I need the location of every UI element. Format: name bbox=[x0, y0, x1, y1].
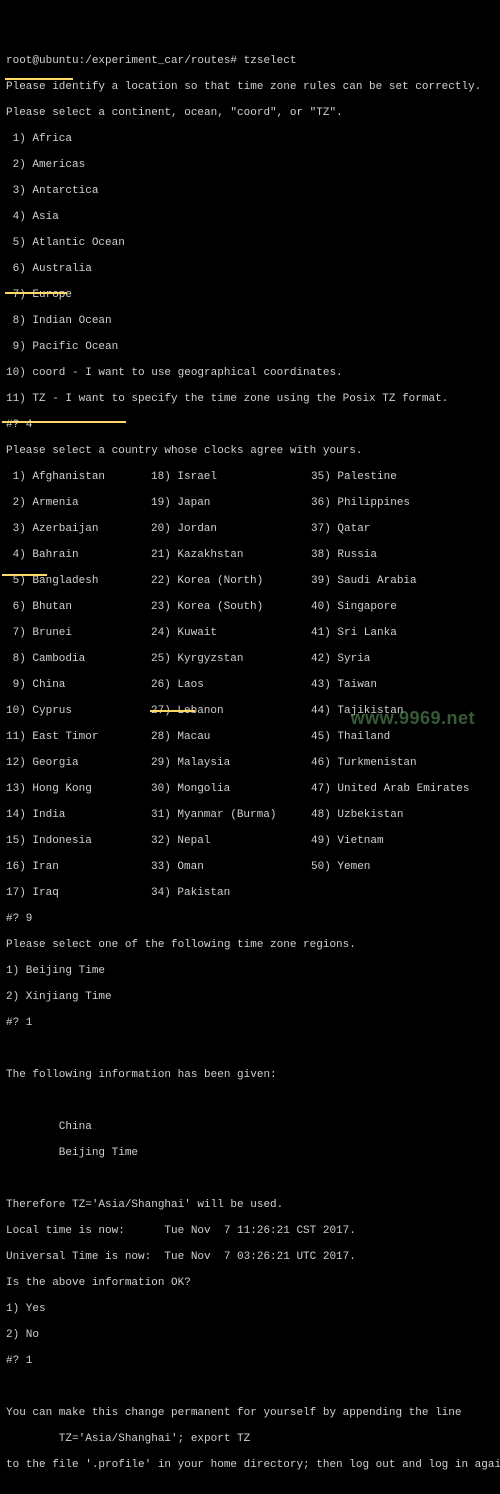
highlight-asia bbox=[5, 78, 73, 80]
cmd-tzselect: tzselect bbox=[244, 55, 297, 67]
perm-line-2: TZ='Asia/Shanghai'; export TZ bbox=[6, 1433, 494, 1446]
info-given-1: China bbox=[6, 1121, 494, 1134]
continent-option: 7) Europe bbox=[6, 289, 494, 302]
ps1: root@ubuntu:/experiment_car/routes# bbox=[6, 55, 244, 67]
blank-line bbox=[6, 1485, 494, 1494]
country-row: 6) Bhutan23) Korea (South)40) Singapore bbox=[6, 601, 494, 614]
utc-time-line: Universal Time is now: Tue Nov 7 03:26:2… bbox=[6, 1251, 494, 1264]
perm-line-3: to the file '.profile' in your home dire… bbox=[6, 1459, 494, 1472]
no-option: 2) No bbox=[6, 1329, 494, 1342]
blank-line bbox=[6, 1043, 494, 1056]
info-given: The following information has been given… bbox=[6, 1069, 494, 1082]
country-row: 9) China26) Laos43) Taiwan bbox=[6, 679, 494, 692]
continent-option: 2) Americas bbox=[6, 159, 494, 172]
continent-option: 6) Australia bbox=[6, 263, 494, 276]
user-input[interactable]: #? 1 bbox=[6, 1355, 494, 1368]
local-time-line: Local time is now: Tue Nov 7 11:26:21 CS… bbox=[6, 1225, 494, 1238]
region-option: 1) Beijing Time bbox=[6, 965, 494, 978]
region-prompt: Please select one of the following time … bbox=[6, 939, 494, 952]
continent-option: 5) Atlantic Ocean bbox=[6, 237, 494, 250]
country-row: 12) Georgia29) Malaysia46) Turkmenistan bbox=[6, 757, 494, 770]
continent-option: 9) Pacific Ocean bbox=[6, 341, 494, 354]
confirm-prompt: Is the above information OK? bbox=[6, 1277, 494, 1290]
country-row: 5) Bangladesh22) Korea (North)39) Saudi … bbox=[6, 575, 494, 588]
prompt-line[interactable]: root@ubuntu:/experiment_car/routes# tzse… bbox=[6, 55, 494, 68]
blank-line bbox=[6, 1381, 494, 1394]
continent-option: 4) Asia bbox=[6, 211, 494, 224]
country-row: 2) Armenia19) Japan36) Philippines bbox=[6, 497, 494, 510]
country-row: 17) Iraq34) Pakistan bbox=[6, 887, 494, 900]
blank-line bbox=[6, 1173, 494, 1186]
country-row: 16) Iran33) Oman50) Yemen bbox=[6, 861, 494, 874]
country-row: 3) Azerbaijan20) Jordan37) Qatar bbox=[6, 523, 494, 536]
country-row: 14) India31) Myanmar (Burma)48) Uzbekist… bbox=[6, 809, 494, 822]
region-option: 2) Xinjiang Time bbox=[6, 991, 494, 1004]
blank-line bbox=[6, 1095, 494, 1108]
country-row: 13) Hong Kong30) Mongolia47) United Arab… bbox=[6, 783, 494, 796]
country-row: 4) Bahrain21) Kazakhstan38) Russia bbox=[6, 549, 494, 562]
country-prompt: Please select a country whose clocks agr… bbox=[6, 445, 494, 458]
country-row: 15) Indonesia32) Nepal49) Vietnam bbox=[6, 835, 494, 848]
country-row: 1) Afghanistan18) Israel35) Palestine bbox=[6, 471, 494, 484]
continent-option: 3) Antarctica bbox=[6, 185, 494, 198]
user-input[interactable]: #? 1 bbox=[6, 1017, 494, 1030]
user-input[interactable]: #? 9 bbox=[6, 913, 494, 926]
country-row: 10) Cyprus27) Lebanon44) Tajikistan bbox=[6, 705, 494, 718]
perm-line-1: You can make this change permanent for y… bbox=[6, 1407, 494, 1420]
continent-option: 11) TZ - I want to specify the time zone… bbox=[6, 393, 494, 406]
country-row: 11) East Timor28) Macau45) Thailand bbox=[6, 731, 494, 744]
user-input[interactable]: #? 4 bbox=[6, 419, 494, 432]
continent-option: 8) Indian Ocean bbox=[6, 315, 494, 328]
info-given-2: Beijing Time bbox=[6, 1147, 494, 1160]
intro-line-1: Please identify a location so that time … bbox=[6, 81, 494, 94]
country-row: 8) Cambodia25) Kyrgyzstan42) Syria bbox=[6, 653, 494, 666]
continent-option: 1) Africa bbox=[6, 133, 494, 146]
intro-line-2: Please select a continent, ocean, "coord… bbox=[6, 107, 494, 120]
therefore-line: Therefore TZ='Asia/Shanghai' will be use… bbox=[6, 1199, 494, 1212]
yes-option: 1) Yes bbox=[6, 1303, 494, 1316]
continent-option: 10) coord - I want to use geographical c… bbox=[6, 367, 494, 380]
country-row: 7) Brunei24) Kuwait41) Sri Lanka bbox=[6, 627, 494, 640]
